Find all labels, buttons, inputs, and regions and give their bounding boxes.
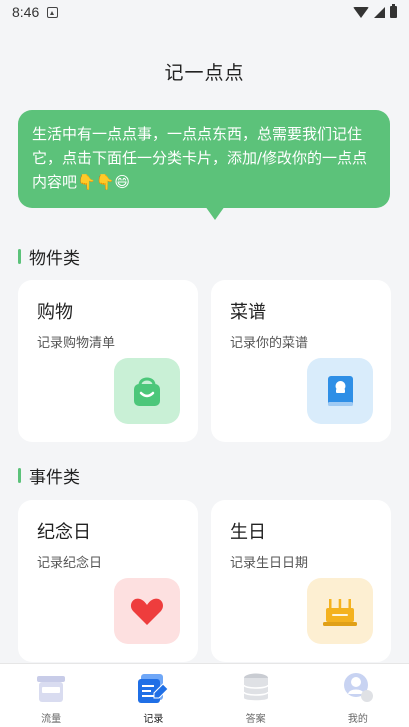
card-subtitle: 记录你的菜谱	[230, 336, 309, 351]
bottom-tab-bar: 流量 记录 答案 我的	[0, 663, 409, 727]
card-title: 菜谱	[230, 302, 266, 323]
card-title: 生日	[230, 522, 266, 543]
recipe-book-icon	[307, 358, 373, 424]
heart-icon	[114, 578, 180, 644]
section-marker	[18, 468, 21, 483]
database-icon	[236, 668, 276, 708]
battery-icon	[390, 4, 397, 18]
tab-label: 答案	[245, 714, 266, 725]
tab-mine[interactable]: 我的	[307, 664, 409, 727]
section-title: 事件类	[29, 468, 80, 488]
tab-label: 流量	[41, 714, 62, 725]
page-title: 记一点点	[164, 62, 245, 84]
bubble-tail	[205, 206, 225, 220]
shopping-bag-icon	[114, 358, 180, 424]
section-header-items: 物件类	[18, 244, 80, 269]
status-icons	[353, 4, 397, 18]
jar-icon	[31, 668, 71, 708]
section-title: 物件类	[29, 249, 80, 269]
tab-label: 记录	[143, 714, 164, 725]
card-title: 购物	[37, 302, 73, 323]
section-header-events: 事件类	[18, 463, 80, 488]
card-recipe[interactable]: 菜谱 记录你的菜谱	[211, 280, 391, 442]
section-marker	[18, 249, 21, 264]
intro-text: 生活中有一点点事，一点点东西，总需要我们记住它，点击下面任一分类卡片，添加/修改…	[32, 125, 368, 191]
card-shopping[interactable]: 购物 记录购物清单	[18, 280, 198, 442]
card-subtitle: 记录购物清单	[37, 336, 116, 351]
tab-flow[interactable]: 流量	[0, 664, 102, 727]
card-subtitle: 记录生日日期	[230, 556, 309, 571]
tab-label: 我的	[347, 714, 368, 725]
card-birthday[interactable]: 生日 记录生日日期	[211, 500, 391, 662]
card-anniversary[interactable]: 纪念日 记录纪念日	[18, 500, 198, 662]
birthday-cake-icon	[307, 578, 373, 644]
signal-icon	[374, 6, 385, 18]
tab-records[interactable]: 记录	[102, 664, 204, 727]
user-icon	[338, 668, 378, 708]
card-subtitle: 记录纪念日	[37, 556, 103, 571]
wifi-icon	[353, 6, 369, 18]
intro-bubble: 生活中有一点点事，一点点东西，总需要我们记住它，点击下面任一分类卡片，添加/修改…	[18, 110, 390, 208]
status-time: 8:46	[12, 4, 40, 20]
card-title: 纪念日	[37, 522, 91, 543]
notes-icon	[133, 668, 173, 708]
notification-icon	[47, 6, 59, 18]
status-bar: 8:46	[0, 0, 409, 24]
tab-answers[interactable]: 答案	[205, 664, 307, 727]
